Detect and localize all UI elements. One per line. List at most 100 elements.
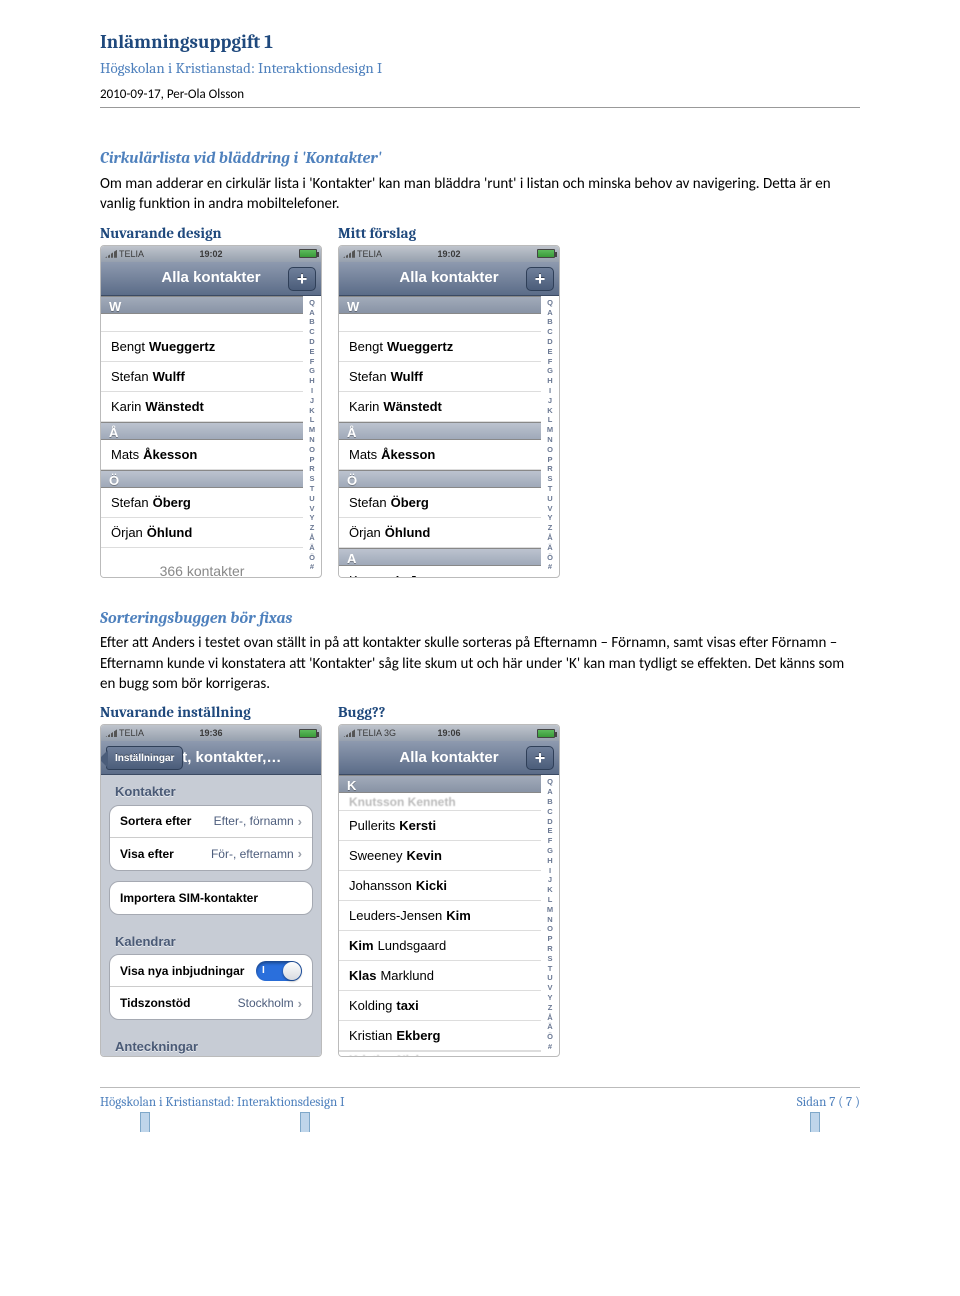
index-letter[interactable]: R: [542, 464, 558, 474]
back-button[interactable]: Inställningar: [106, 746, 183, 770]
index-letter[interactable]: Ä: [304, 543, 320, 553]
index-letter[interactable]: Å: [542, 533, 558, 543]
index-letter[interactable]: K: [542, 406, 558, 416]
contact-row[interactable]: SweeneyKevin: [339, 841, 541, 871]
contact-row[interactable]: StefanÖberg: [339, 488, 541, 518]
index-letter[interactable]: M: [542, 425, 558, 435]
index-letter[interactable]: K: [542, 885, 558, 895]
index-letter[interactable]: O: [304, 445, 320, 455]
index-letter[interactable]: R: [304, 464, 320, 474]
index-letter[interactable]: E: [542, 347, 558, 357]
add-contact-button[interactable]: +: [526, 267, 554, 291]
contacts-list[interactable]: W BengtWueggertz StefanWulff KarinWänste…: [339, 296, 541, 577]
index-letter[interactable]: V: [542, 504, 558, 514]
contact-row[interactable]: BengtWueggertz: [339, 332, 541, 362]
index-letter[interactable]: P: [542, 455, 558, 465]
index-letter[interactable]: U: [304, 494, 320, 504]
index-letter[interactable]: Ö: [304, 553, 320, 563]
index-letter[interactable]: E: [304, 347, 320, 357]
index-letter[interactable]: I: [304, 386, 320, 396]
index-letter[interactable]: Q: [304, 298, 320, 308]
index-letter[interactable]: O: [542, 924, 558, 934]
index-letter[interactable]: A: [304, 308, 320, 318]
index-letter[interactable]: Q: [542, 777, 558, 787]
import-sim-row[interactable]: Importera SIM-kontakter: [110, 882, 312, 914]
index-letter[interactable]: G: [304, 366, 320, 376]
index-letter[interactable]: M: [542, 905, 558, 915]
index-letter[interactable]: #: [542, 562, 558, 572]
index-bar[interactable]: QABCDEFGHIJKLMNOPRSTUVYZÅÄÖ#: [304, 296, 320, 573]
index-letter[interactable]: Y: [304, 513, 320, 523]
index-letter[interactable]: H: [542, 856, 558, 866]
contact-row[interactable]: KarinWänstedt: [101, 392, 303, 422]
contact-row[interactable]: KimLundsgaard: [339, 931, 541, 961]
contact-row[interactable]: StefanÖberg: [101, 488, 303, 518]
index-letter[interactable]: F: [542, 357, 558, 367]
index-letter[interactable]: U: [542, 494, 558, 504]
index-letter[interactable]: F: [542, 836, 558, 846]
contact-row[interactable]: KristianEkberg: [339, 1021, 541, 1051]
index-letter[interactable]: D: [542, 337, 558, 347]
index-letter[interactable]: N: [542, 435, 558, 445]
index-letter[interactable]: Z: [542, 1003, 558, 1013]
index-letter[interactable]: R: [542, 944, 558, 954]
index-letter[interactable]: S: [304, 474, 320, 484]
index-letter[interactable]: T: [304, 484, 320, 494]
toggle-switch[interactable]: I: [256, 961, 302, 981]
display-order-row[interactable]: Visa efter För-, efternamn›: [110, 838, 312, 870]
index-letter[interactable]: S: [542, 474, 558, 484]
contact-row[interactable]: ÖrjanÖhlund: [339, 518, 541, 548]
index-letter[interactable]: Z: [304, 523, 320, 533]
contact-row[interactable]: MatsÅkesson: [339, 440, 541, 470]
add-contact-button[interactable]: +: [526, 746, 554, 770]
index-letter[interactable]: I: [542, 866, 558, 876]
index-letter[interactable]: A: [542, 787, 558, 797]
index-letter[interactable]: N: [542, 915, 558, 925]
contacts-list[interactable]: W BengtWueggertz StefanWulff KarinWänste…: [101, 296, 303, 577]
contact-row[interactable]: Koldingtaxi: [339, 991, 541, 1021]
add-contact-button[interactable]: +: [288, 267, 316, 291]
contact-row[interactable]: JohanssonKicki: [339, 871, 541, 901]
index-letter[interactable]: G: [542, 846, 558, 856]
index-letter[interactable]: T: [542, 484, 558, 494]
index-letter[interactable]: S: [542, 954, 558, 964]
index-letter[interactable]: F: [304, 357, 320, 367]
index-letter[interactable]: T: [542, 964, 558, 974]
index-letter[interactable]: D: [304, 337, 320, 347]
index-letter[interactable]: U: [542, 973, 558, 983]
index-letter[interactable]: G: [542, 366, 558, 376]
index-letter[interactable]: C: [542, 807, 558, 817]
index-letter[interactable]: #: [542, 1042, 558, 1052]
index-letter[interactable]: N: [304, 435, 320, 445]
index-letter[interactable]: Z: [542, 523, 558, 533]
index-letter[interactable]: B: [304, 317, 320, 327]
index-bar[interactable]: QABCDEFGHIJKLMNOPRSTUVYZÅÄÖ#: [542, 296, 558, 573]
index-letter[interactable]: L: [542, 895, 558, 905]
index-letter[interactable]: Ö: [542, 1032, 558, 1042]
index-letter[interactable]: L: [542, 415, 558, 425]
index-letter[interactable]: I: [542, 386, 558, 396]
index-letter[interactable]: J: [542, 875, 558, 885]
index-letter[interactable]: D: [542, 817, 558, 827]
index-letter[interactable]: Ä: [542, 543, 558, 553]
index-bar[interactable]: QABCDEFGHIJKLMNOPRSTUVYZÅÄÖ#: [542, 775, 558, 1052]
index-letter[interactable]: A: [542, 308, 558, 318]
index-letter[interactable]: Q: [542, 298, 558, 308]
index-letter[interactable]: Å: [304, 533, 320, 543]
index-letter[interactable]: P: [304, 455, 320, 465]
index-letter[interactable]: Ä: [542, 1022, 558, 1032]
index-letter[interactable]: C: [304, 327, 320, 337]
invites-row[interactable]: Visa nya inbjudningar I: [110, 955, 312, 987]
index-letter[interactable]: M: [304, 425, 320, 435]
sort-order-row[interactable]: Sortera efter Efter-, förnamn›: [110, 806, 312, 838]
index-letter[interactable]: J: [542, 396, 558, 406]
index-letter[interactable]: Ö: [542, 553, 558, 563]
index-letter[interactable]: H: [304, 376, 320, 386]
index-letter[interactable]: J: [304, 396, 320, 406]
contact-row[interactable]: PulleritsKersti: [339, 811, 541, 841]
index-letter[interactable]: C: [542, 327, 558, 337]
index-letter[interactable]: K: [304, 406, 320, 416]
contact-row[interactable]: Leuders-JensenKim: [339, 901, 541, 931]
index-letter[interactable]: B: [542, 317, 558, 327]
index-letter[interactable]: Y: [542, 513, 558, 523]
